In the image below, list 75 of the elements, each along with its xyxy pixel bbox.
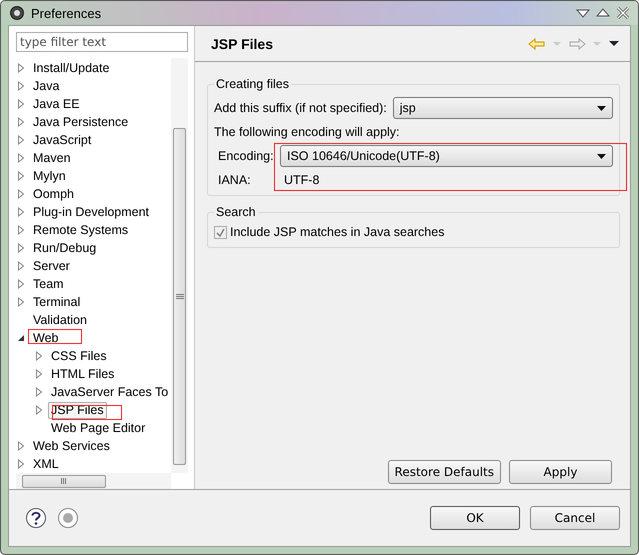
expand-arrow-icon[interactable]: [16, 297, 26, 307]
tree-item[interactable]: XML: [30, 456, 62, 472]
horizontal-scrollbar[interactable]: [16, 473, 171, 489]
page-button[interactable]: Restore Defaults: [388, 460, 501, 484]
expand-arrow-icon[interactable]: [34, 369, 44, 379]
expand-arrow-icon[interactable]: [16, 189, 26, 199]
grip-icon: [176, 294, 184, 300]
tree-item[interactable]: Team: [30, 276, 67, 292]
collapse-arrow-icon[interactable]: [16, 333, 26, 343]
gear-icon: [9, 5, 25, 21]
expand-arrow-icon[interactable]: [16, 279, 26, 289]
filter-field[interactable]: type filter text: [16, 32, 188, 52]
tree-item[interactable]: Mylyn: [30, 168, 69, 184]
tree-item[interactable]: CSS Files: [48, 348, 110, 364]
record-icon[interactable]: [57, 507, 79, 529]
caret-icon: [597, 154, 606, 158]
view-menu-icon[interactable]: [608, 40, 620, 47]
expand-arrow-icon[interactable]: [16, 99, 26, 109]
forward-arrow-icon[interactable]: [568, 38, 586, 50]
tree-item[interactable]: Validation: [30, 312, 90, 328]
tree-item[interactable]: Java: [30, 78, 62, 94]
group-title: Creating files: [214, 77, 291, 91]
expand-arrow-icon[interactable]: [34, 351, 44, 361]
group-title: Search: [214, 205, 258, 219]
tree-item[interactable]: Web: [30, 330, 62, 346]
expand-arrow-icon[interactable]: [16, 117, 26, 127]
expand-arrow-icon[interactable]: [16, 243, 26, 253]
expand-arrow-icon[interactable]: [16, 207, 26, 217]
page-button[interactable]: Apply: [509, 460, 612, 484]
tree-item[interactable]: Install/Update: [30, 60, 112, 76]
tree-item[interactable]: Terminal: [30, 294, 84, 310]
suffix-dropdown[interactable]: jsp: [392, 97, 613, 119]
expand-arrow-icon[interactable]: [34, 387, 44, 397]
expand-arrow-icon[interactable]: [16, 63, 26, 73]
suffix-label: Add this suffix (if not specified):: [214, 101, 387, 115]
expand-arrow-icon[interactable]: [16, 171, 26, 181]
iana-label: IANA:: [218, 173, 252, 187]
iana-value: UTF-8: [283, 173, 320, 187]
tree-item[interactable]: Web Page Editor: [48, 420, 148, 436]
tree-item[interactable]: HTML Files: [48, 366, 118, 382]
expand-arrow-icon[interactable]: [16, 81, 26, 91]
encoding-note: The following encoding will apply:: [214, 125, 401, 139]
window-title: Preferences: [31, 6, 102, 20]
tree-item[interactable]: Run/Debug: [30, 240, 100, 256]
vertical-scrollbar[interactable]: [171, 58, 188, 473]
expand-arrow-icon[interactable]: [16, 459, 26, 469]
close-icon[interactable]: [616, 7, 630, 19]
expand-arrow-icon[interactable]: [16, 135, 26, 145]
encoding-label: Encoding:: [218, 149, 275, 163]
checkbox-label: Include JSP matches in Java searches: [230, 225, 444, 239]
expand-arrow-icon[interactable]: [16, 261, 26, 271]
expand-arrow-icon[interactable]: [16, 441, 26, 451]
tree-item[interactable]: JavaScript: [30, 132, 94, 148]
caret-icon: [597, 106, 606, 110]
tree-item[interactable]: Oomph: [30, 186, 77, 202]
encoding-dropdown[interactable]: ISO 10646/Unicode(UTF-8): [280, 145, 613, 167]
tree-item[interactable]: Server: [30, 258, 73, 274]
tree-item[interactable]: Remote Systems: [30, 222, 132, 238]
tree-item[interactable]: Web Services: [30, 438, 113, 454]
maximize-icon[interactable]: [596, 8, 610, 18]
page-title: JSP Files: [211, 36, 274, 52]
tree-item[interactable]: Maven: [30, 150, 74, 166]
expand-arrow-icon[interactable]: [16, 153, 26, 163]
tree-item[interactable]: Java Persistence: [30, 114, 132, 130]
expand-arrow-icon[interactable]: [34, 405, 44, 415]
help-icon[interactable]: [25, 507, 47, 529]
tree-item[interactable]: JavaServer Faces To: [48, 384, 171, 400]
back-arrow-icon[interactable]: [528, 38, 546, 50]
expand-arrow-icon[interactable]: [16, 225, 26, 235]
dialog-button[interactable]: OK: [430, 506, 520, 530]
dialog-button[interactable]: Cancel: [530, 506, 620, 530]
tree-item[interactable]: Plug-in Development: [30, 204, 152, 220]
minimize-icon[interactable]: [576, 8, 590, 18]
tree-item[interactable]: Java EE: [30, 96, 83, 112]
grip-icon: [60, 478, 68, 484]
